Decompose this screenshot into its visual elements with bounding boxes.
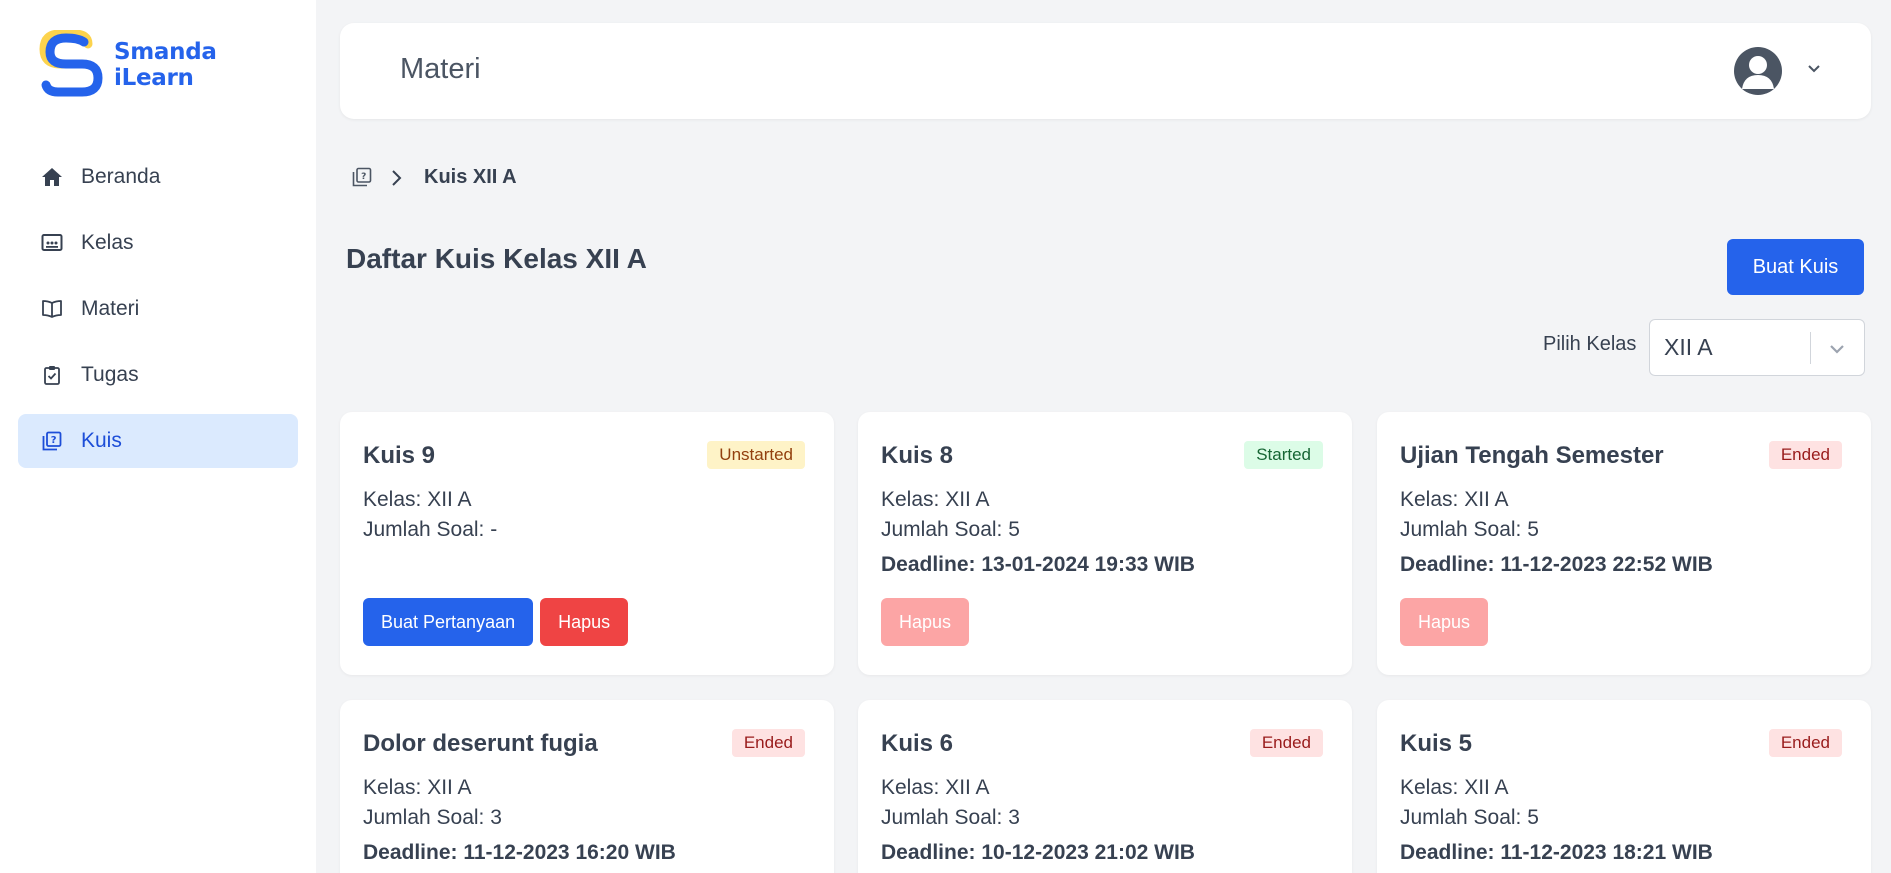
quiz-card-class: Kelas: XII A xyxy=(1400,488,1509,511)
delete-button[interactable]: Hapus xyxy=(881,598,970,646)
quiz-card-question-count: Jumlah Soal: 5 xyxy=(881,518,1020,541)
quiz-card-deadline: Deadline: 10-12-2023 21:02 WIB xyxy=(881,841,1195,864)
quiz-card: Kuis 5 Ended Kelas: XII A Jumlah Soal: 5… xyxy=(1377,700,1871,873)
quiz-card-deadline: Deadline: 13-01-2024 19:33 WIB xyxy=(881,553,1195,576)
logo-mark-icon xyxy=(38,29,108,100)
class-select-value: XII A xyxy=(1664,334,1713,360)
quiz-card-title: Dolor deserunt fugia xyxy=(363,730,598,757)
quiz-card: Kuis 9 Unstarted Kelas: XII A Jumlah Soa… xyxy=(340,412,834,675)
sidebar: Smanda iLearn Beranda Kelas Materi Tugas… xyxy=(0,0,316,873)
quiz-card-actions: Buat Pertanyaan Hapus xyxy=(363,598,635,646)
class-board-icon xyxy=(41,232,63,254)
quiz-icon[interactable]: ? xyxy=(352,167,374,189)
status-badge: Ended xyxy=(1768,729,1842,757)
chevron-down-icon[interactable] xyxy=(1826,338,1848,360)
sidebar-item-tugas[interactable]: Tugas xyxy=(18,348,298,402)
logo-line-2: iLearn xyxy=(114,65,194,91)
chevron-down-icon[interactable] xyxy=(1806,61,1822,77)
delete-button[interactable]: Hapus xyxy=(1400,598,1489,646)
page-title: Daftar Kuis Kelas XII A xyxy=(346,243,647,274)
quiz-card-question-count: Jumlah Soal: 3 xyxy=(363,806,502,829)
quiz-card-deadline: Deadline: 11-12-2023 18:21 WIB xyxy=(1400,841,1713,864)
quiz-card-title: Kuis 5 xyxy=(1400,730,1473,757)
logo-text: Smanda iLearn xyxy=(114,39,217,91)
quiz-card-question-count: Jumlah Soal: 5 xyxy=(1400,518,1539,541)
delete-button[interactable]: Hapus xyxy=(540,598,629,646)
sidebar-item-label: Kelas xyxy=(81,231,134,254)
quiz-card: Kuis 6 Ended Kelas: XII A Jumlah Soal: 3… xyxy=(858,700,1352,873)
quiz-card-class: Kelas: XII A xyxy=(363,488,472,511)
quiz-card-class: Kelas: XII A xyxy=(363,776,472,799)
class-select-label: Pilih Kelas xyxy=(1543,333,1637,355)
sidebar-nav: Beranda Kelas Materi Tugas ? Kuis xyxy=(18,150,298,480)
quiz-card-title: Ujian Tengah Semester xyxy=(1400,442,1664,469)
chevron-right-icon xyxy=(388,167,404,189)
quiz-card: Kuis 8 Started Kelas: XII A Jumlah Soal:… xyxy=(858,412,1352,675)
quiz-card-question-count: Jumlah Soal: 5 xyxy=(1400,806,1539,829)
book-icon xyxy=(41,298,63,320)
status-badge: Started xyxy=(1244,441,1323,469)
quiz-card-question-count: Jumlah Soal: 3 xyxy=(881,806,1020,829)
quiz-card-deadline: Deadline: 11-12-2023 22:52 WIB xyxy=(1400,553,1713,576)
quiz-card-question-count: Jumlah Soal: - xyxy=(363,518,498,541)
status-badge: Ended xyxy=(1249,729,1323,757)
quiz-card: Ujian Tengah Semester Ended Kelas: XII A… xyxy=(1377,412,1871,675)
quiz-card-class: Kelas: XII A xyxy=(881,488,990,511)
sidebar-item-kuis[interactable]: ? Kuis xyxy=(18,414,298,468)
quiz-card-title: Kuis 9 xyxy=(363,442,436,469)
status-badge: Ended xyxy=(1768,441,1842,469)
sidebar-item-materi[interactable]: Materi xyxy=(18,282,298,336)
quiz-card-actions: Hapus xyxy=(881,598,976,646)
quiz-card-actions: Hapus xyxy=(1400,598,1495,646)
class-select[interactable]: XII A xyxy=(1649,319,1865,376)
quiz-card-class: Kelas: XII A xyxy=(881,776,990,799)
sidebar-item-beranda[interactable]: Beranda xyxy=(18,150,298,204)
quiz-card-deadline: Deadline: 11-12-2023 16:20 WIB xyxy=(363,841,676,864)
quiz-card: Dolor deserunt fugia Ended Kelas: XII A … xyxy=(340,700,834,873)
quiz-card-class: Kelas: XII A xyxy=(1400,776,1509,799)
avatar[interactable] xyxy=(1734,47,1782,95)
svg-text:?: ? xyxy=(51,435,57,446)
sidebar-item-label: Kuis xyxy=(81,429,122,452)
svg-text:?: ? xyxy=(361,172,366,182)
clipboard-check-icon xyxy=(41,364,63,386)
logo-line-1: Smanda xyxy=(114,39,217,65)
page-title-header: Materi xyxy=(400,53,481,85)
select-divider xyxy=(1810,332,1811,364)
breadcrumb: ? Kuis XII A xyxy=(352,166,517,189)
sidebar-item-kelas[interactable]: Kelas xyxy=(18,216,298,270)
home-icon xyxy=(41,166,63,188)
sidebar-item-label: Materi xyxy=(81,297,140,320)
create-quiz-button[interactable]: Buat Kuis xyxy=(1727,239,1864,295)
breadcrumb-current: Kuis XII A xyxy=(424,166,517,188)
quiz-card-title: Kuis 8 xyxy=(881,442,954,469)
sidebar-item-label: Beranda xyxy=(81,165,161,188)
app-logo[interactable]: Smanda iLearn xyxy=(38,29,217,100)
status-badge: Unstarted xyxy=(707,441,805,469)
quiz-card-title: Kuis 6 xyxy=(881,730,954,757)
add-question-button[interactable]: Buat Pertanyaan xyxy=(363,598,534,646)
status-badge: Ended xyxy=(731,729,805,757)
quiz-icon: ? xyxy=(41,430,63,452)
top-header: Materi xyxy=(340,23,1871,119)
sidebar-item-label: Tugas xyxy=(81,363,139,386)
